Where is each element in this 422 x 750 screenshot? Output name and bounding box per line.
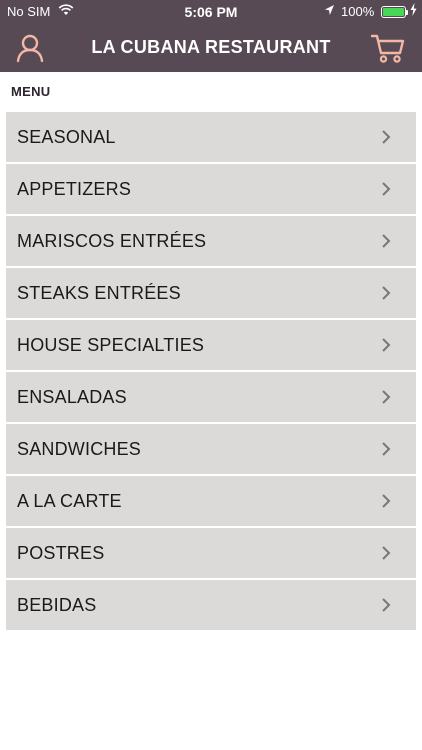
charging-bolt-icon	[410, 3, 417, 19]
menu-item-sandwiches[interactable]: SANDWICHES	[6, 424, 416, 474]
chevron-right-icon	[382, 546, 391, 560]
menu-item-label: A LA CARTE	[17, 491, 122, 511]
page-title: LA CUBANA RESTAURANT	[91, 37, 331, 57]
menu-section-label: MENU	[11, 84, 51, 99]
menu-item-steaks-entrees[interactable]: STEAKS ENTRÉES	[6, 268, 416, 318]
menu-item-label: HOUSE SPECIALTIES	[17, 335, 205, 355]
chevron-right-icon	[382, 390, 391, 404]
menu-item-label: BEBIDAS	[17, 595, 97, 615]
menu-item-label: SANDWICHES	[17, 439, 142, 459]
menu-item-label: APPETIZERS	[17, 179, 132, 199]
chevron-right-icon	[382, 286, 391, 300]
battery-percent: 100%	[341, 4, 375, 19]
menu-item-bebidas[interactable]: BEBIDAS	[6, 580, 416, 630]
menu-item-label: POSTRES	[17, 543, 105, 563]
chevron-right-icon	[382, 598, 391, 612]
battery-icon	[381, 6, 406, 18]
menu-item-label: SEASONAL	[17, 127, 116, 147]
menu-item-appetizers[interactable]: APPETIZERS	[6, 164, 416, 214]
shopping-cart-icon	[370, 34, 405, 63]
menu-item-mariscos-entrees[interactable]: MARISCOS ENTRÉES	[6, 216, 416, 266]
chevron-right-icon	[382, 130, 391, 144]
location-arrow-icon	[324, 4, 335, 19]
status-bar: No SIM 5:06 PM 100%	[0, 0, 422, 24]
top-bar: No SIM 5:06 PM 100% LA CUBANA RESTAURANT	[0, 0, 422, 72]
menu-item-ensaladas[interactable]: ENSALADAS	[6, 372, 416, 422]
chevron-right-icon	[382, 442, 391, 456]
menu-list: SEASONAL APPETIZERS MARISCOS ENTRÉES STE…	[6, 112, 416, 632]
chevron-right-icon	[382, 182, 391, 196]
menu-item-a-la-carte[interactable]: A LA CARTE	[6, 476, 416, 526]
chevron-right-icon	[382, 234, 391, 248]
cart-button[interactable]	[370, 32, 406, 64]
battery-tip	[406, 10, 408, 15]
menu-item-house-specialties[interactable]: HOUSE SPECIALTIES	[6, 320, 416, 370]
menu-item-seasonal[interactable]: SEASONAL	[6, 112, 416, 162]
chevron-right-icon	[382, 338, 391, 352]
menu-item-label: ENSALADAS	[17, 387, 127, 407]
menu-item-label: STEAKS ENTRÉES	[17, 283, 181, 303]
menu-item-postres[interactable]: POSTRES	[6, 528, 416, 578]
nav-bar: LA CUBANA RESTAURANT	[0, 24, 422, 72]
chevron-right-icon	[382, 494, 391, 508]
menu-item-label: MARISCOS ENTRÉES	[17, 231, 207, 251]
